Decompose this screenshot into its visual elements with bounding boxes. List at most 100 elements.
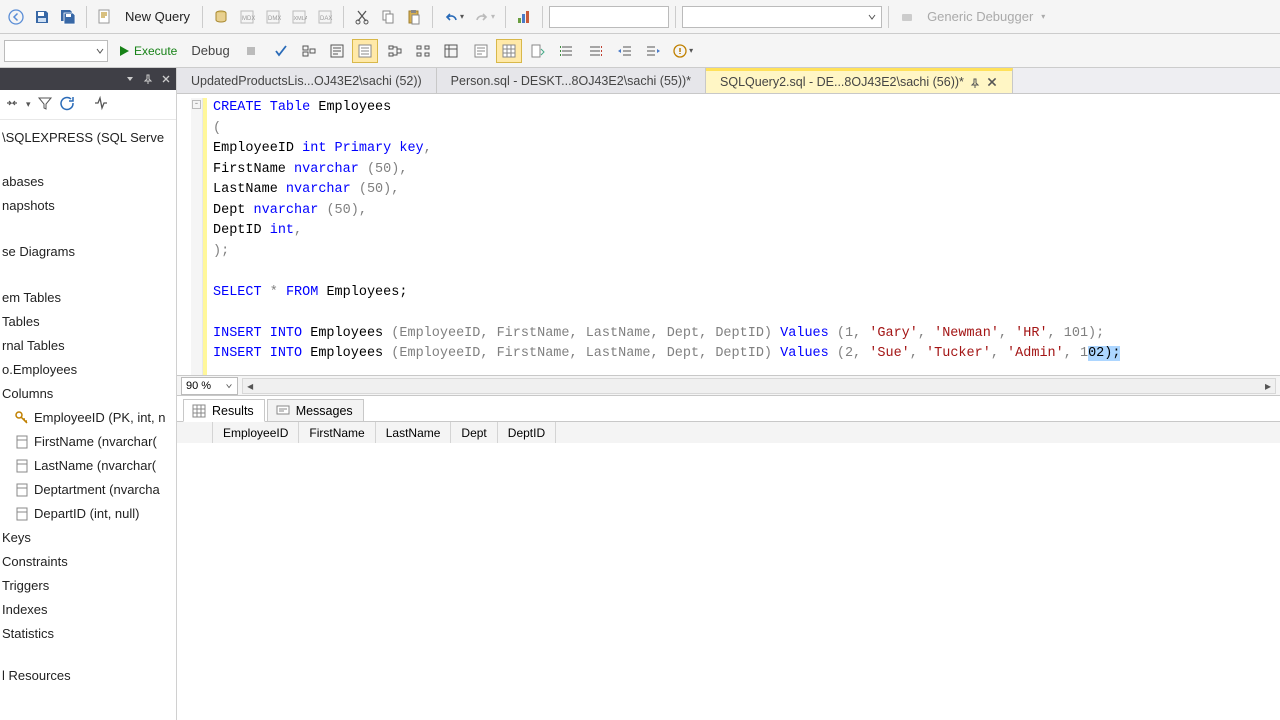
outline-gutter: - bbox=[191, 98, 203, 375]
uncomment-icon[interactable] bbox=[582, 39, 608, 63]
tree-folder[interactable]: se Diagrams bbox=[0, 240, 176, 264]
query-toolbar: Execute Debug ▾ bbox=[0, 34, 1280, 68]
actual-plan-icon[interactable] bbox=[382, 39, 408, 63]
tree-folder[interactable]: abases bbox=[0, 170, 176, 194]
debug-button[interactable]: Debug bbox=[185, 43, 235, 58]
xmla-icon[interactable]: XMLA bbox=[287, 5, 311, 29]
sidebar-close-icon[interactable] bbox=[158, 71, 174, 87]
scope-combo[interactable] bbox=[549, 6, 669, 28]
live-stats-icon[interactable] bbox=[410, 39, 436, 63]
messages-icon bbox=[276, 404, 290, 418]
grid-corner[interactable] bbox=[177, 422, 213, 443]
tree-folder[interactable]: Triggers bbox=[0, 574, 176, 598]
object-combo[interactable] bbox=[682, 6, 882, 28]
indent-icon[interactable] bbox=[640, 39, 666, 63]
tree-folder[interactable]: Tables bbox=[0, 310, 176, 334]
tree-folder[interactable]: em Tables bbox=[0, 286, 176, 310]
sidebar-tree[interactable]: \SQLEXPRESS (SQL Serve abases napshots s… bbox=[0, 120, 176, 688]
mdx-icon[interactable]: MDX bbox=[235, 5, 259, 29]
new-query-icon[interactable] bbox=[93, 5, 117, 29]
specify-values-icon[interactable]: ▾ bbox=[670, 39, 696, 63]
paste-icon[interactable] bbox=[402, 5, 426, 29]
col-header[interactable]: Dept bbox=[451, 422, 497, 443]
column-icon bbox=[14, 458, 30, 474]
svg-text:DMX: DMX bbox=[268, 16, 281, 22]
stop-icon[interactable] bbox=[238, 39, 264, 63]
db-icon-1[interactable] bbox=[209, 5, 233, 29]
sidebar-dropdown-icon[interactable] bbox=[122, 71, 138, 87]
tree-folder[interactable]: l Resources bbox=[0, 664, 176, 688]
dax-icon[interactable]: DAX bbox=[313, 5, 337, 29]
copy-icon[interactable] bbox=[376, 5, 400, 29]
tree-column[interactable]: DepartID (int, null) bbox=[0, 502, 176, 526]
tree-folder[interactable]: Columns bbox=[0, 382, 176, 406]
results-panel-tabs: Results Messages bbox=[177, 395, 1280, 421]
pin-icon[interactable] bbox=[970, 77, 980, 87]
tree-folder[interactable]: Statistics bbox=[0, 622, 176, 646]
dmx-icon[interactable]: DMX bbox=[261, 5, 285, 29]
cut-icon[interactable] bbox=[350, 5, 374, 29]
chart-icon[interactable] bbox=[512, 5, 536, 29]
tree-table[interactable]: o.Employees bbox=[0, 358, 176, 382]
tree-folder[interactable]: Indexes bbox=[0, 598, 176, 622]
main-toolbar: New Query MDX DMX XMLA DAX ▾ ▾ Generic D… bbox=[0, 0, 1280, 34]
tree-column[interactable]: LastName (nvarchar( bbox=[0, 454, 176, 478]
outline-collapse-icon[interactable]: - bbox=[192, 100, 201, 109]
horizontal-scrollbar[interactable]: ◂ ▸ bbox=[242, 378, 1276, 394]
sql-editor[interactable]: - CREATE Table Employees ( EmployeeID in… bbox=[177, 94, 1280, 375]
object-explorer: ▾ \SQLEXPRESS (SQL Serve abases napshots… bbox=[0, 68, 177, 720]
outdent-icon[interactable] bbox=[612, 39, 638, 63]
estimated-plan-icon[interactable] bbox=[296, 39, 322, 63]
save-all-icon[interactable] bbox=[56, 5, 80, 29]
activity-icon[interactable] bbox=[93, 95, 109, 114]
change-gutter bbox=[203, 98, 207, 375]
results-file-icon[interactable] bbox=[524, 39, 550, 63]
new-query-button[interactable]: New Query bbox=[119, 9, 196, 24]
col-header[interactable]: LastName bbox=[376, 422, 452, 443]
tree-column[interactable]: FirstName (nvarchar( bbox=[0, 430, 176, 454]
query-options-icon[interactable] bbox=[324, 39, 350, 63]
messages-tab[interactable]: Messages bbox=[267, 399, 364, 422]
redo-icon[interactable]: ▾ bbox=[470, 5, 499, 29]
comment-icon[interactable] bbox=[554, 39, 580, 63]
execute-button[interactable]: Execute bbox=[112, 44, 183, 58]
code-text[interactable]: CREATE Table Employees ( EmployeeID int … bbox=[213, 98, 1120, 375]
column-icon bbox=[14, 434, 30, 450]
tree-folder[interactable]: Keys bbox=[0, 526, 176, 550]
close-icon[interactable] bbox=[986, 76, 998, 88]
grid-icon bbox=[192, 404, 206, 418]
execute-label: Execute bbox=[134, 44, 177, 58]
filter-icon[interactable] bbox=[37, 95, 53, 114]
db-combo[interactable] bbox=[4, 40, 108, 62]
col-header[interactable]: EmployeeID bbox=[213, 422, 299, 443]
tab-person[interactable]: Person.sql - DESKT...8OJ43E2\sachi (55))… bbox=[437, 68, 706, 93]
results-grid-body[interactable] bbox=[177, 443, 1280, 720]
tree-column[interactable]: EmployeeID (PK, int, n bbox=[0, 406, 176, 430]
tree-folder[interactable]: Constraints bbox=[0, 550, 176, 574]
col-header[interactable]: DeptID bbox=[498, 422, 556, 443]
scroll-right-icon[interactable]: ▸ bbox=[1261, 379, 1275, 393]
tree-server[interactable]: \SQLEXPRESS (SQL Serve bbox=[0, 126, 176, 150]
tab-updated-products[interactable]: UpdatedProductsLis...OJ43E2\sachi (52)) bbox=[177, 68, 437, 93]
back-icon[interactable] bbox=[4, 5, 28, 29]
client-stats-icon[interactable] bbox=[438, 39, 464, 63]
col-header[interactable]: FirstName bbox=[299, 422, 375, 443]
tab-sqlquery2[interactable]: SQLQuery2.sql - DE...8OJ43E2\sachi (56))… bbox=[706, 68, 1013, 93]
parse-icon[interactable] bbox=[268, 39, 294, 63]
connect-icon[interactable] bbox=[4, 95, 20, 114]
results-text-icon[interactable] bbox=[468, 39, 494, 63]
tree-column[interactable]: Deptartment (nvarcha bbox=[0, 478, 176, 502]
tree-folder[interactable]: rnal Tables bbox=[0, 334, 176, 358]
zoom-combo[interactable]: 90 % bbox=[181, 377, 238, 395]
intellisense-icon[interactable] bbox=[352, 39, 378, 63]
sidebar-pin-icon[interactable] bbox=[140, 71, 156, 87]
scroll-left-icon[interactable]: ◂ bbox=[243, 379, 257, 393]
tree-folder[interactable]: napshots bbox=[0, 194, 176, 218]
save-icon[interactable] bbox=[30, 5, 54, 29]
debugger-icon[interactable] bbox=[895, 5, 919, 29]
results-tab[interactable]: Results bbox=[183, 399, 265, 422]
undo-icon[interactable]: ▾ bbox=[439, 5, 468, 29]
refresh-icon[interactable] bbox=[59, 95, 75, 114]
results-grid-icon[interactable] bbox=[496, 39, 522, 63]
debugger-label[interactable]: Generic Debugger bbox=[921, 9, 1039, 24]
